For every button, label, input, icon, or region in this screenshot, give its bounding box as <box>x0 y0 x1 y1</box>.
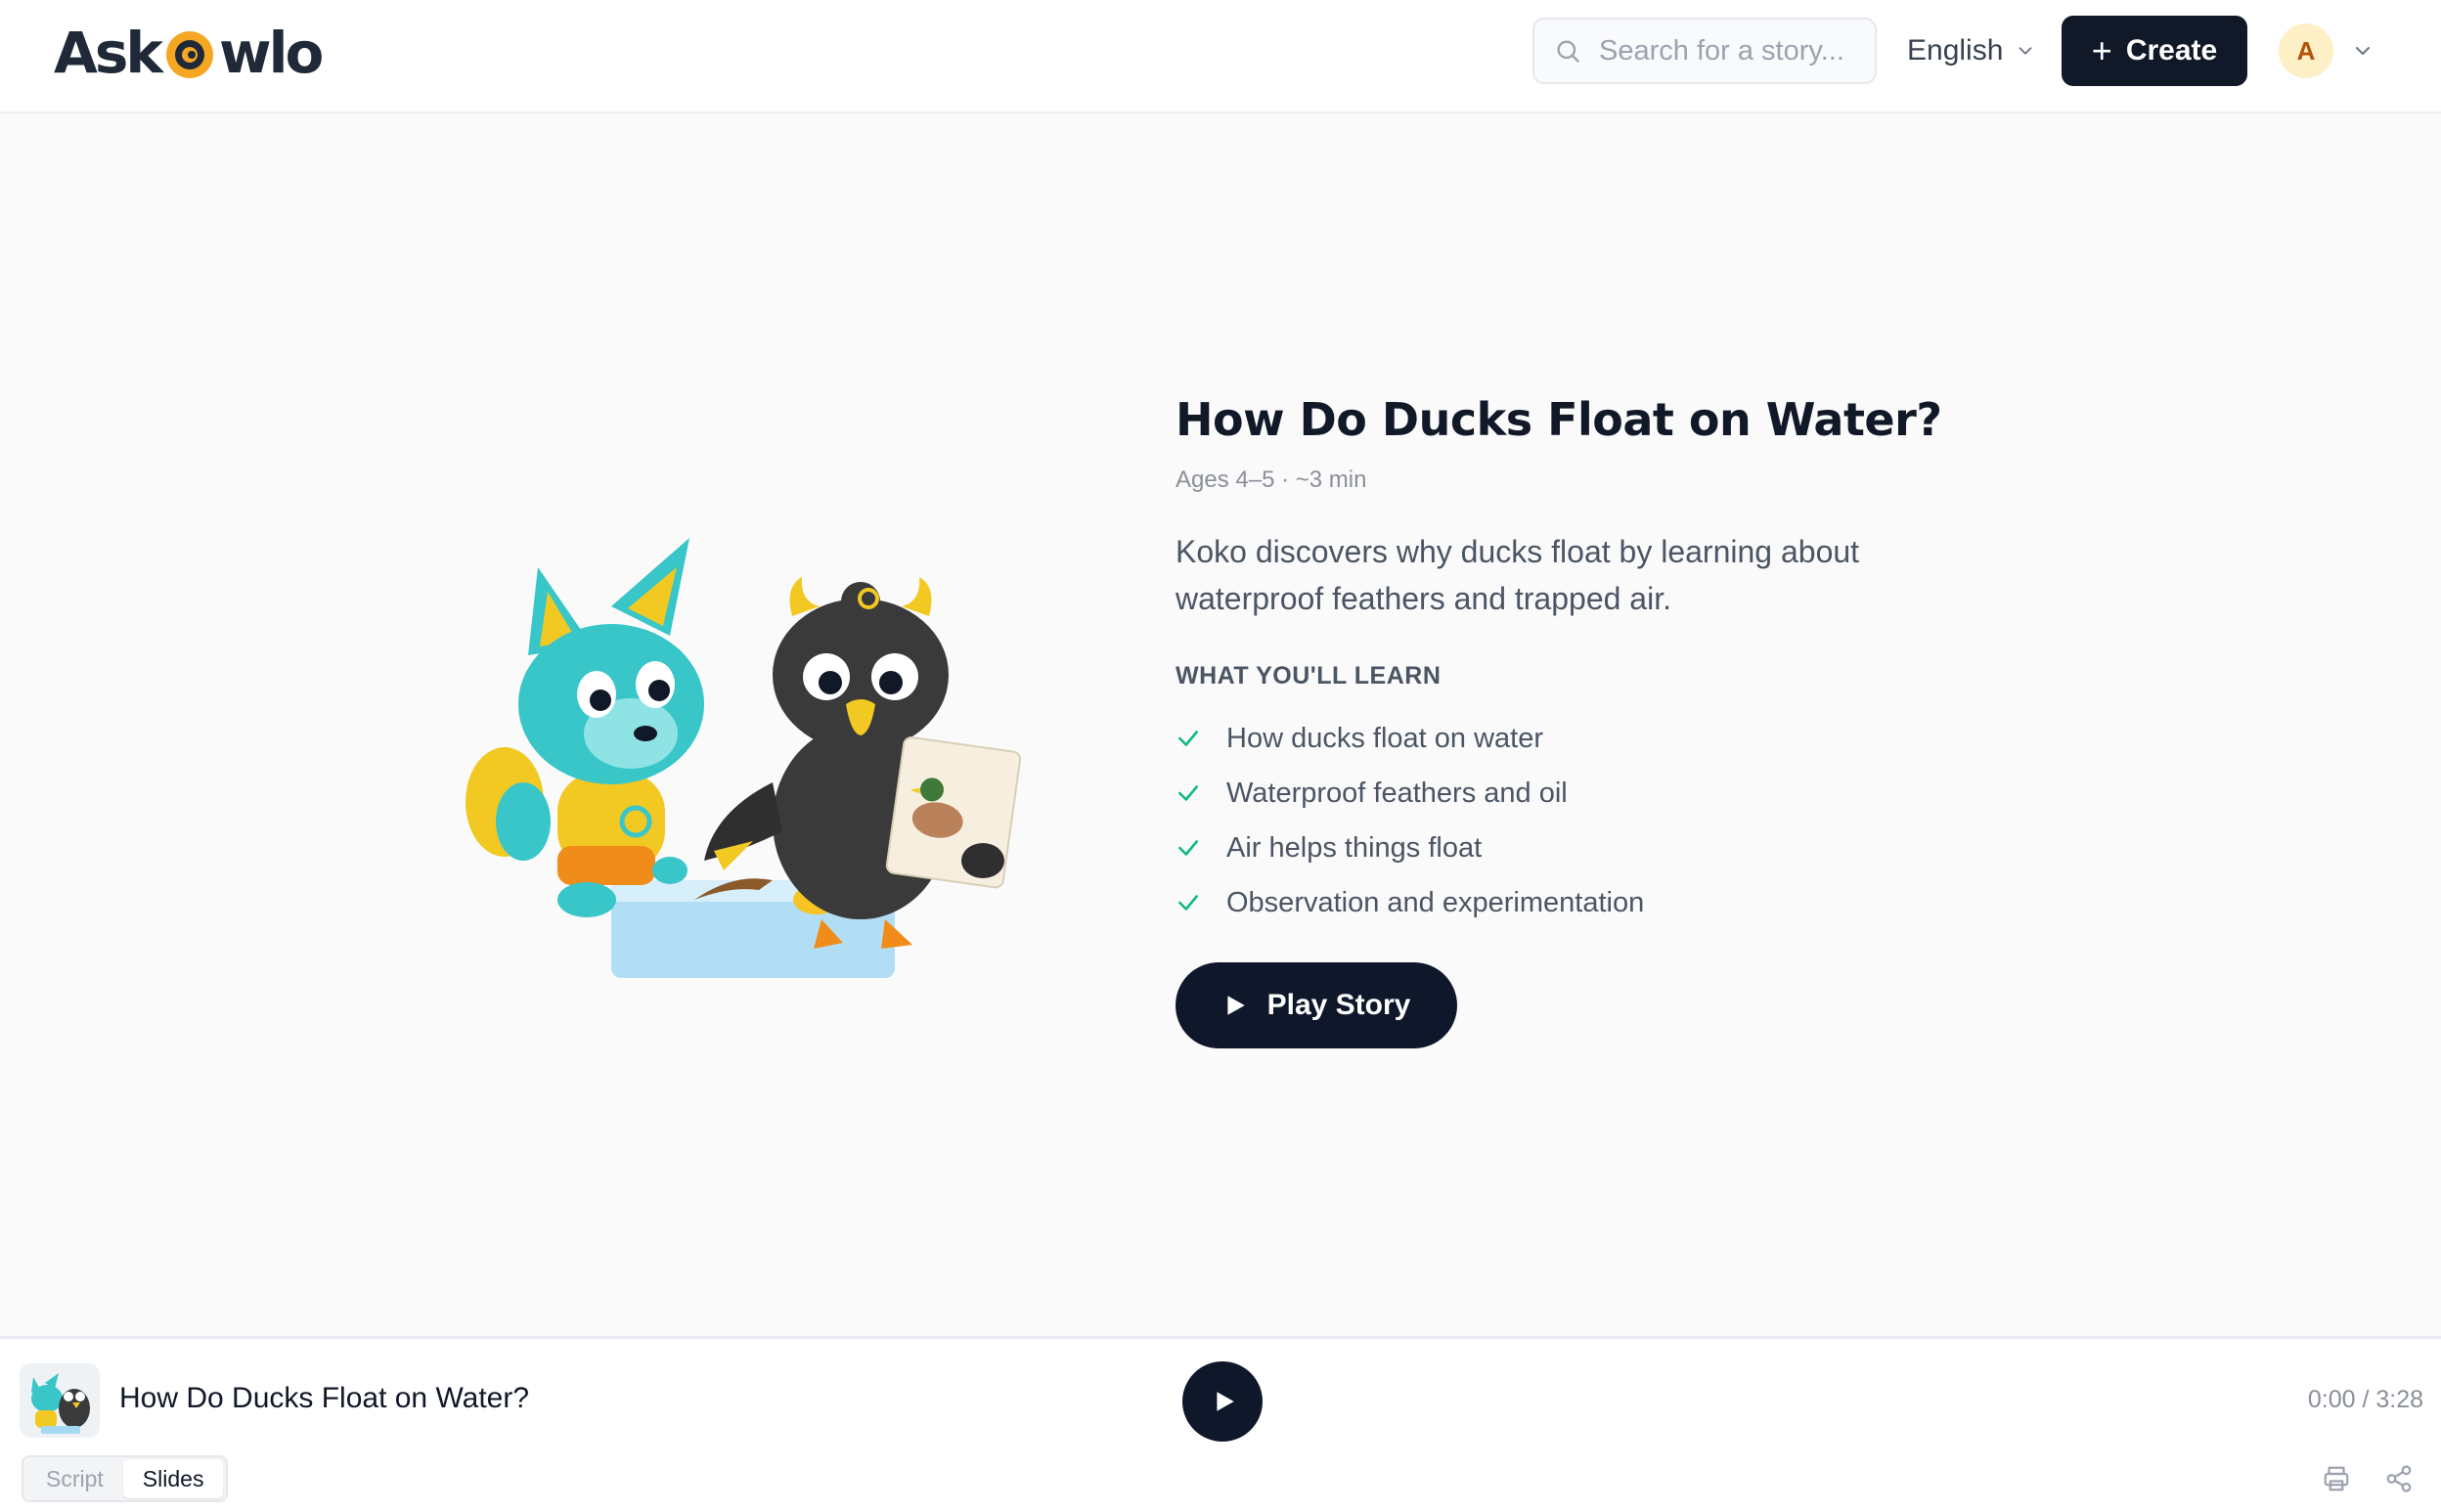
account-menu-chevron-icon[interactable] <box>2351 39 2374 63</box>
check-icon <box>1178 840 1198 856</box>
story-cover-illustration <box>466 538 1022 978</box>
learn-item-label: How ducks float on water <box>1226 722 1543 754</box>
play-story-label: Play Story <box>1266 989 1411 1021</box>
learn-item: Observation and experimentation <box>1176 875 1644 930</box>
chevron-down-icon <box>2019 47 2032 55</box>
search-icon <box>1557 40 1579 63</box>
askowlo-logo[interactable]: Ask wlo <box>54 20 324 86</box>
plus-icon: + <box>2091 30 2112 70</box>
avatar-initial: A <box>2296 35 2316 66</box>
learn-item-label: Air helps things float <box>1226 831 1483 864</box>
learn-heading: WHAT YOU'LL LEARN <box>1176 662 1442 689</box>
user-avatar[interactable]: A <box>2279 23 2333 78</box>
top-navbar: Ask wlo English + Create A <box>0 0 2441 113</box>
learn-item: How ducks float on water <box>1176 711 1644 766</box>
learn-item-label: Observation and experimentation <box>1226 886 1645 918</box>
learn-item: Waterproof feathers and oil <box>1176 766 1644 821</box>
language-selector[interactable]: English <box>1907 23 2036 78</box>
learn-item-label: Waterproof feathers and oil <box>1226 777 1568 809</box>
check-icon <box>1178 895 1198 911</box>
logo-text-left: Ask <box>54 20 163 86</box>
logo-text-right: wlo <box>218 20 324 86</box>
share-icon[interactable] <box>2384 1464 2414 1493</box>
view-mode-toggle: Script Slides <box>22 1455 229 1502</box>
tab-slides[interactable]: Slides <box>122 1459 224 1498</box>
play-icon <box>1227 996 1245 1015</box>
learn-item: Air helps things float <box>1176 821 1644 875</box>
check-icon <box>1178 785 1198 801</box>
story-thumbnail[interactable] <box>20 1363 100 1438</box>
story-description: Koko discovers why ducks float by learni… <box>1176 534 1860 616</box>
printer-icon[interactable] <box>2322 1464 2351 1493</box>
player-story-title: How Do Ducks Float on Water? <box>119 1382 530 1414</box>
language-label: English <box>1907 34 2004 67</box>
tab-script[interactable]: Script <box>26 1459 123 1498</box>
check-icon <box>1178 731 1198 746</box>
playback-time: 0:00 / 3:28 <box>2307 1386 2423 1413</box>
create-button[interactable]: + Create <box>2062 16 2247 86</box>
play-story-button[interactable]: Play Story <box>1176 962 1457 1048</box>
player-play-button[interactable] <box>1182 1361 1263 1442</box>
story-meta: Ages 4–5 · ~3 min <box>1176 467 1367 493</box>
search-box[interactable] <box>1532 18 1877 84</box>
search-input[interactable] <box>1599 34 1863 67</box>
play-icon <box>1217 1392 1234 1411</box>
owl-eye-logo-icon <box>165 31 213 78</box>
story-title: How Do Ducks Float on Water? <box>1176 393 1942 446</box>
create-button-label: Create <box>2125 34 2218 67</box>
audio-player-bar: How Do Ducks Float on Water? 0:00 / 3:28… <box>0 1336 2441 1512</box>
learn-list: How ducks float on water Waterproof feat… <box>1176 711 1644 930</box>
